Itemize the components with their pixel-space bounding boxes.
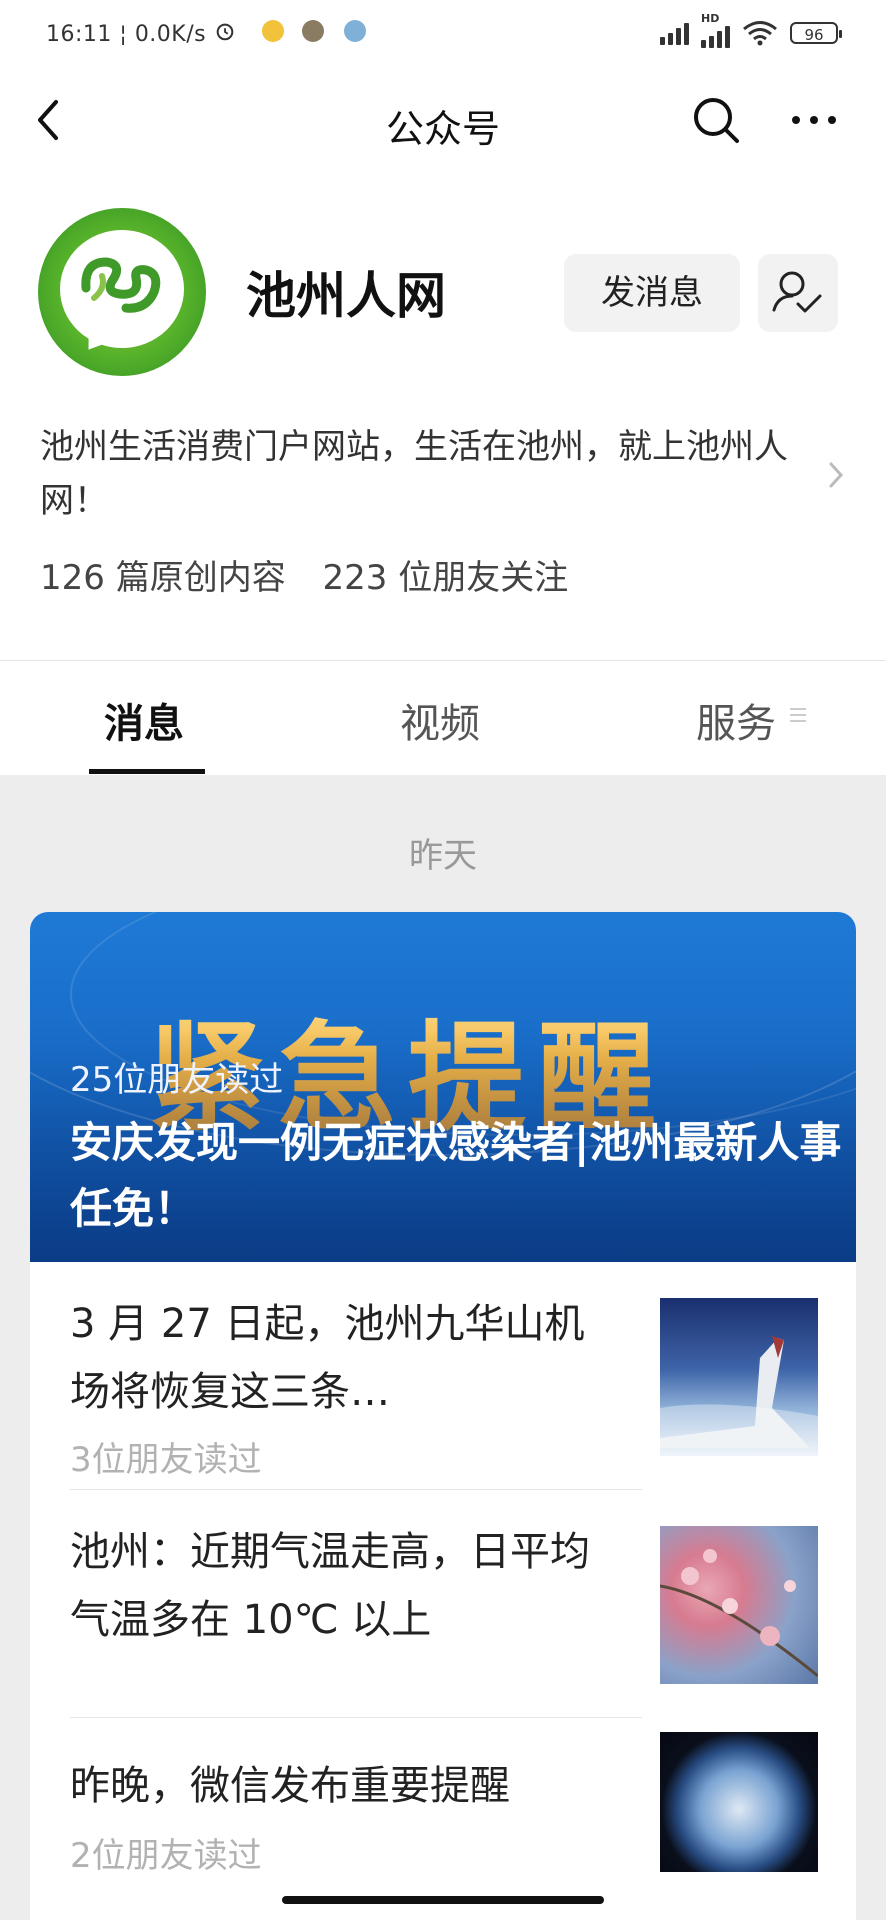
earth-thumbnail: [660, 1732, 818, 1872]
status-time: 16:11: [46, 22, 112, 47]
hero-article[interactable]: 紧急提醒 25位朋友读过 安庆发现一例无症状感染者|池州最新人事任免！: [30, 912, 856, 1262]
status-bar: 16:11 ¦ 0.0K/s HD 96: [0, 0, 886, 70]
tab-messages[interactable]: 消息: [104, 691, 184, 749]
article-read-count: 3位朋友读过: [70, 1440, 262, 1480]
nav-bar: 公众号: [0, 70, 886, 170]
send-message-button[interactable]: 发消息: [564, 254, 740, 332]
account-profile: 池州人网 发消息 池州生活消费门户网站，生活在池州，就上池州人网！ 126 篇原…: [0, 170, 886, 660]
home-indicator[interactable]: [282, 1896, 604, 1904]
original-content-count[interactable]: 126 篇原创内容: [40, 558, 286, 598]
active-tab-indicator: [89, 769, 205, 774]
article-read-count: 2位朋友读过: [70, 1836, 262, 1876]
tab-bar: 消息 视频 服务: [0, 660, 886, 775]
followed-user-button[interactable]: [758, 254, 838, 332]
page-title: 公众号: [385, 107, 500, 151]
battery-icon: 96: [790, 22, 842, 44]
emoji-icon: [262, 20, 284, 42]
hd-signal-icon: HD: [701, 12, 730, 48]
alarm-icon: [216, 23, 234, 41]
status-speed: 0.0K/s: [134, 22, 207, 47]
status-time-speed: 16:11 ¦ 0.0K/s: [46, 22, 207, 47]
account-stats: 126 篇原创内容 223 位朋友关注: [40, 550, 568, 599]
airplane-wing-thumbnail: [660, 1298, 818, 1456]
article-title: 昨晚，微信发布重要提醒: [70, 1763, 510, 1809]
tab-services[interactable]: 服务: [696, 691, 776, 749]
account-name: 池州人网: [246, 267, 446, 325]
logo-mark-icon: [81, 257, 161, 313]
back-arrow-icon[interactable]: [30, 96, 74, 144]
article-item[interactable]: 池州：近期气温走高，日平均气温多在 10℃ 以上: [30, 1490, 856, 1718]
followers-count[interactable]: 223 位朋友关注: [323, 558, 569, 598]
notification-icon: [302, 20, 324, 42]
hero-read-count: 25位朋友读过: [70, 1060, 284, 1100]
plum-blossom-thumbnail: [660, 1526, 818, 1684]
chevron-right-icon[interactable]: [826, 458, 846, 492]
blossom-icon: [660, 1549, 818, 1678]
article-group-card: 紧急提醒 25位朋友读过 安庆发现一例无症状感染者|池州最新人事任免！ 3 月 …: [30, 912, 856, 1920]
search-icon[interactable]: [690, 94, 742, 146]
status-right: HD 96: [660, 12, 842, 48]
hero-title: 安庆发现一例无症状感染者|池州最新人事任免！: [70, 1118, 842, 1233]
airplane-wing-icon: [660, 1336, 818, 1456]
article-item[interactable]: 3 月 27 日起，池州九华山机场将恢复这三条… 3位朋友读过: [30, 1262, 856, 1490]
article-title: 3 月 27 日起，池州九华山机场将恢复这三条…: [70, 1301, 585, 1415]
menu-lines-icon: [790, 708, 806, 722]
user-check-icon: [772, 271, 822, 313]
signal-icon: [660, 21, 689, 45]
article-title: 池州：近期气温走高，日平均气温多在 10℃ 以上: [70, 1529, 590, 1643]
wifi-icon: [743, 21, 777, 46]
account-avatar[interactable]: [38, 208, 206, 376]
date-label: 昨天: [409, 836, 477, 876]
article-item[interactable]: 昨晚，微信发布重要提醒 2位朋友读过: [30, 1718, 856, 1920]
more-icon[interactable]: [788, 94, 840, 146]
notification-icon: [344, 20, 366, 42]
account-description[interactable]: 池州生活消费门户网站，生活在池州，就上池州人网！: [40, 420, 820, 528]
tab-videos[interactable]: 视频: [400, 691, 480, 749]
